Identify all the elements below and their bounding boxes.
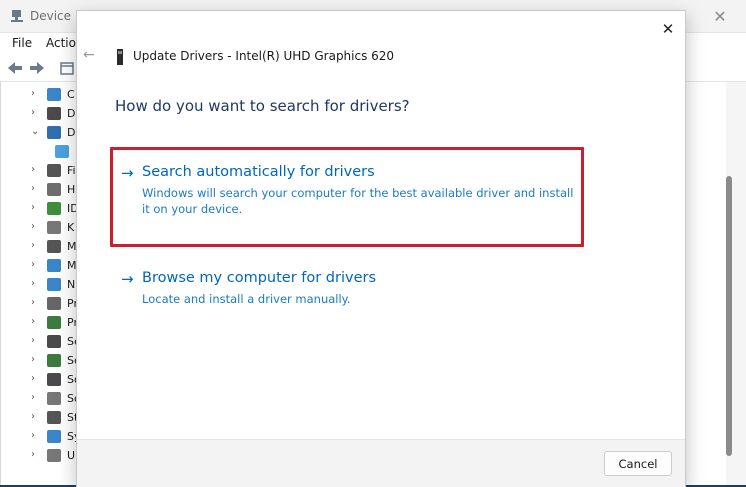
search-automatically-description: Windows will search your computer for th…: [142, 186, 574, 216]
processor-icon: [47, 316, 61, 329]
monitor-icon: [47, 259, 61, 272]
chevron-right-icon[interactable]: ›: [31, 278, 35, 289]
system-device-icon: [47, 430, 61, 443]
graphics-card-icon: [117, 49, 123, 65]
tree-item[interactable]: › Pr: [1, 314, 78, 332]
chevron-right-icon[interactable]: ›: [31, 373, 35, 384]
search-question-heading: How do you want to search for drivers?: [115, 97, 410, 115]
properties-icon[interactable]: [58, 59, 76, 77]
tree-item[interactable]: [1, 143, 77, 161]
browse-computer-description: Locate and install a driver manually.: [142, 292, 351, 306]
tree-item-label: C: [67, 88, 75, 101]
storage-icon: [47, 411, 61, 424]
tree-item[interactable]: › ID: [1, 200, 79, 218]
sensor-icon: [47, 354, 61, 367]
disk-drive-icon: [47, 107, 61, 120]
chevron-right-icon[interactable]: ›: [31, 297, 35, 308]
display-adapter-icon: [47, 126, 61, 139]
computer-icon: [47, 88, 61, 101]
chevron-down-icon[interactable]: ⌄: [31, 126, 39, 137]
chevron-right-icon[interactable]: ›: [31, 316, 35, 327]
back-arrow-icon[interactable]: [6, 59, 24, 77]
chevron-right-icon[interactable]: ›: [31, 354, 35, 365]
chevron-right-icon[interactable]: ›: [31, 335, 35, 346]
dialog-header-title: Update Drivers - Intel(R) UHD Graphics 6…: [133, 49, 395, 63]
chevron-right-icon[interactable]: ›: [31, 392, 35, 403]
device-manager-scrollbar[interactable]: [726, 82, 746, 485]
browse-computer-option[interactable]: → Browse my computer for drivers Locate …: [121, 270, 591, 310]
tree-item-label: U: [67, 449, 76, 462]
ide-icon: [47, 202, 61, 215]
device-manager-close-button[interactable]: ✕: [700, 0, 740, 32]
chevron-right-icon[interactable]: ›: [31, 430, 35, 441]
tree-item[interactable]: › Se: [1, 333, 81, 351]
tree-item[interactable]: › U: [1, 447, 77, 465]
chevron-right-icon[interactable]: ›: [31, 202, 35, 213]
tree-item[interactable]: › So: [1, 390, 81, 408]
chevron-right-icon[interactable]: ›: [31, 240, 35, 251]
chevron-right-icon[interactable]: ›: [31, 411, 35, 422]
tree-item[interactable]: › D: [1, 105, 77, 123]
security-device-icon: [47, 335, 61, 348]
tree-item-label: K: [67, 221, 75, 234]
display-device-icon: [55, 145, 69, 158]
chevron-right-icon[interactable]: ›: [31, 88, 35, 99]
tree-item[interactable]: › So: [1, 371, 81, 389]
tree-item[interactable]: › Sy: [1, 428, 81, 446]
tree-item[interactable]: › H: [1, 181, 77, 199]
tree-item-label: D: [67, 126, 76, 139]
mouse-icon: [47, 240, 61, 253]
tree-item[interactable]: › K: [1, 219, 77, 237]
tree-item[interactable]: ⌄ D: [1, 124, 77, 142]
scrollbar-thumb[interactable]: [726, 176, 732, 456]
tree-item[interactable]: › St: [1, 409, 78, 427]
arrow-right-icon: →: [121, 270, 134, 288]
tree-item[interactable]: › N: [1, 276, 77, 294]
dialog-footer: Cancel: [77, 439, 685, 487]
hid-icon: [47, 183, 61, 196]
tree-item-label: N: [67, 278, 76, 291]
search-automatically-title[interactable]: Search automatically for drivers: [142, 164, 375, 180]
dialog-close-button[interactable]: ✕: [655, 17, 681, 41]
tree-item[interactable]: › M: [1, 257, 77, 275]
software-device-icon: [47, 373, 61, 386]
chevron-right-icon[interactable]: ›: [31, 221, 35, 232]
tree-item[interactable]: › Se: [1, 352, 81, 370]
device-tree: › C › D ⌄ D › Fi › H › ID › K › M › M › N › Pr › Pr › Se › Se › So › So…: [0, 82, 81, 485]
device-manager-icon: [11, 10, 23, 22]
arrow-right-icon: →: [121, 164, 134, 182]
chevron-right-icon[interactable]: ›: [31, 164, 35, 175]
tree-item[interactable]: › C: [1, 86, 77, 104]
tree-item[interactable]: › M: [1, 238, 77, 256]
tree-item-label: H: [67, 183, 76, 196]
tree-item-label: Fi: [67, 164, 76, 177]
print-queue-icon: [47, 297, 61, 310]
browse-computer-title[interactable]: Browse my computer for drivers: [142, 270, 376, 286]
chevron-right-icon[interactable]: ›: [31, 107, 35, 118]
chevron-right-icon[interactable]: ›: [31, 449, 35, 460]
chevron-right-icon[interactable]: ›: [31, 183, 35, 194]
tree-item-label: D: [67, 107, 76, 120]
keyboard-icon: [47, 221, 61, 234]
back-arrow-icon[interactable]: ←: [83, 47, 99, 63]
chevron-right-icon[interactable]: ›: [31, 259, 35, 270]
update-drivers-dialog: ✕ ← Update Drivers - Intel(R) UHD Graphi…: [76, 10, 686, 487]
tree-item[interactable]: › Pr: [1, 295, 78, 313]
cancel-button[interactable]: Cancel: [604, 451, 672, 476]
firmware-icon: [47, 164, 61, 177]
forward-arrow-icon[interactable]: [28, 59, 46, 77]
sound-icon: [47, 392, 61, 405]
search-automatically-option[interactable]: → Search automatically for drivers Windo…: [121, 164, 591, 224]
network-icon: [47, 278, 61, 291]
usb-icon: [47, 449, 61, 462]
menu-file[interactable]: File: [12, 36, 32, 50]
tree-item[interactable]: › Fi: [1, 162, 77, 180]
